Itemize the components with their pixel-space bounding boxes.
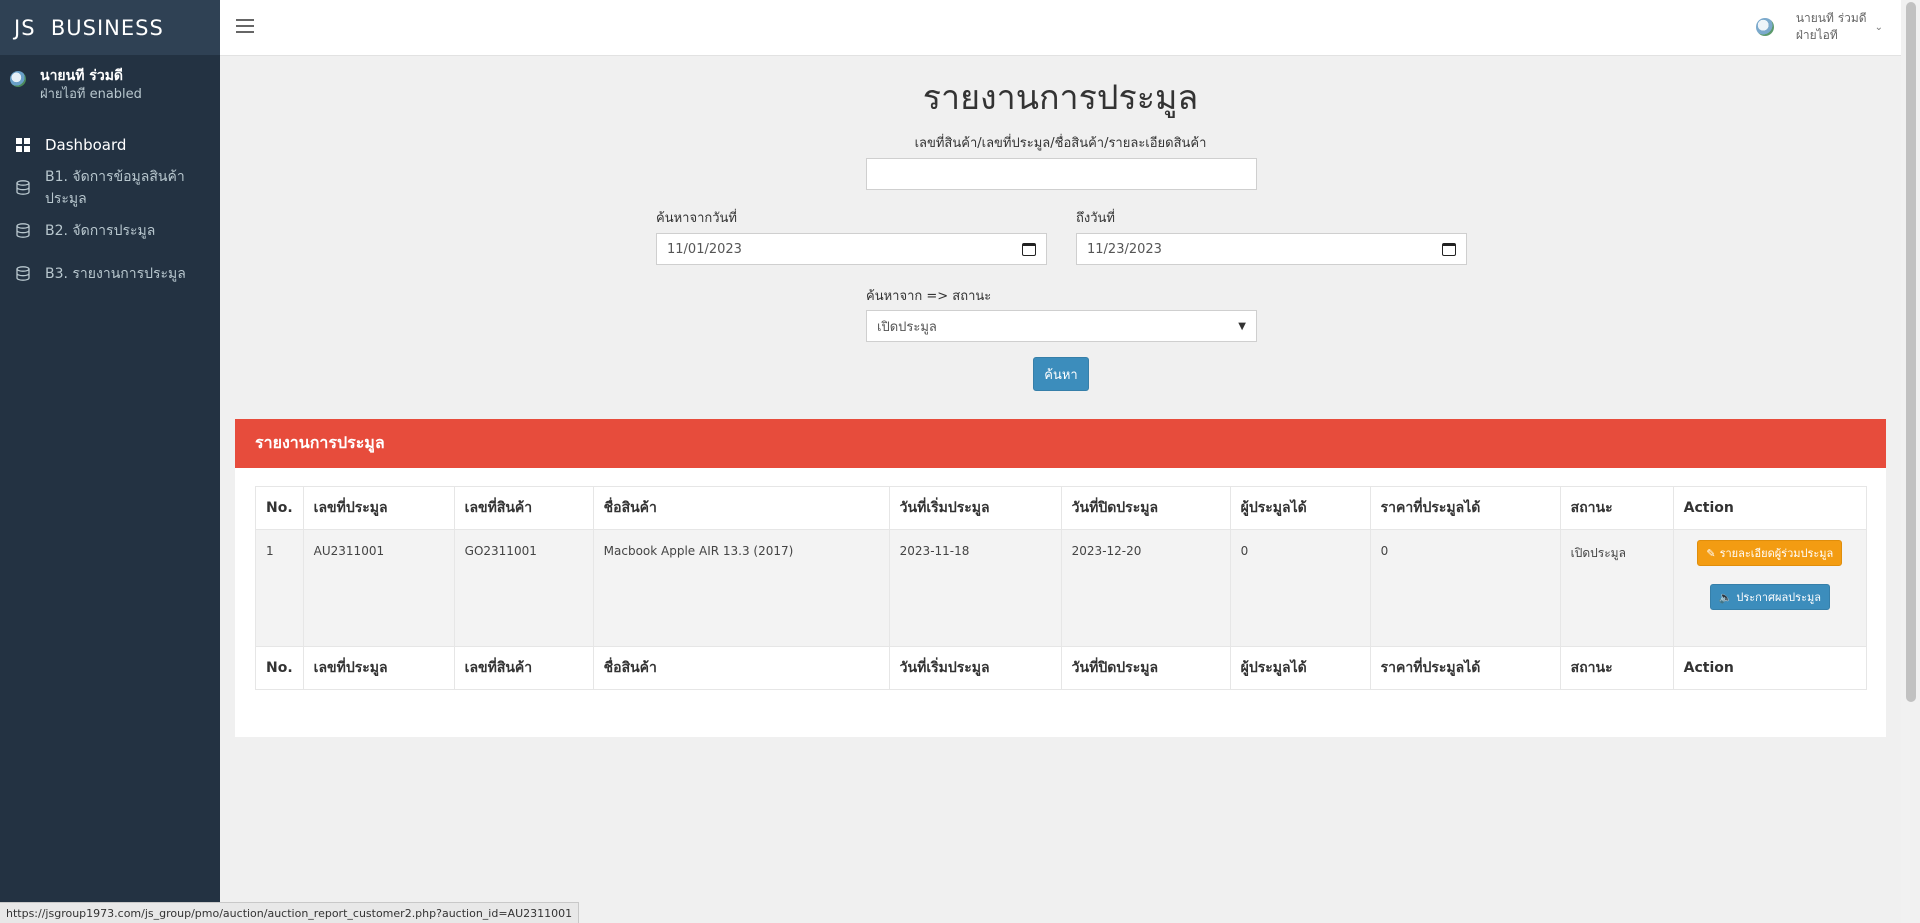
sidebar-item-dashboard[interactable]: Dashboard	[0, 123, 220, 166]
page-title: รายงานการประมูล	[922, 78, 1199, 118]
cell-auction-id: AU2311001	[302, 529, 455, 647]
from-date-field[interactable]: 11/01/2023	[656, 233, 1047, 265]
topbar-user-name: นายนที ร่วมดี	[1795, 11, 1867, 25]
chevron-down-icon: ▼	[1238, 320, 1246, 332]
status-selected-value: เปิดประมูล	[877, 319, 937, 335]
cell-product-name: Macbook Apple AIR 13.3 (2017)	[592, 529, 890, 647]
to-date-field[interactable]: 11/23/2023	[1076, 233, 1467, 265]
cell-action: ✎ รายละเอียดผู้ร่วมประมูล 🔈 ประกาศผลประม…	[1672, 529, 1868, 647]
user-menu[interactable]: นายนที ร่วมดี ฝ่ายไอที ⌄	[1755, 10, 1883, 44]
sidebar-item-b1[interactable]: B1. จัดการข้อมูลสินค้าประมูล	[0, 166, 220, 209]
col-end-date: วันที่ปิดประมูล	[1060, 486, 1231, 530]
calendar-icon[interactable]	[1022, 242, 1036, 256]
table-row: 1 AU2311001 GO2311001 Macbook Apple AIR …	[255, 529, 1868, 647]
col-auction-id: เลขที่ประมูล	[302, 486, 455, 530]
col-status: สถานะ	[1559, 646, 1674, 690]
sidebar-item-label: B1. จัดการข้อมูลสินค้าประมูล	[45, 168, 185, 207]
menu-toggle-icon[interactable]	[236, 19, 254, 35]
sidebar-item-b2[interactable]: B2. จัดการประมูล	[0, 209, 220, 252]
col-status: สถานะ	[1559, 486, 1674, 530]
search-input-text[interactable]	[877, 165, 1246, 183]
sidebar-item-label: Dashboard	[45, 135, 127, 154]
table-header-row: No. เลขที่ประมูล เลขที่สินค้า ชื่อสินค้า…	[255, 486, 1868, 530]
col-price: ราคาที่ประมูลได้	[1369, 486, 1561, 530]
col-action: Action	[1672, 486, 1868, 530]
volume-icon: 🔈	[1718, 590, 1733, 604]
cell-no: 1	[255, 529, 304, 647]
col-winner: ผู้ประมูลได้	[1229, 646, 1371, 690]
to-date-value: 11/23/2023	[1087, 241, 1162, 257]
report-box: รายงานการประมูล No. เลขที่ประมูล เลขที่ส…	[235, 419, 1886, 737]
sidebar-menu: Dashboard B1. จัดการข้อมูลสินค้าประมูล B…	[0, 123, 220, 295]
cell-product-id: GO2311001	[453, 529, 594, 647]
col-action: Action	[1672, 646, 1868, 690]
announce-result-label: ประกาศผลประมูล	[1736, 591, 1821, 604]
search-label: เลขที่สินค้า/เลขที่ประมูล/ชื่อสินค้า/ราย…	[914, 136, 1207, 151]
database-icon	[15, 223, 31, 239]
scrollbar-thumb[interactable]	[1906, 2, 1916, 702]
search-input[interactable]	[866, 158, 1257, 190]
sidebar-item-label: B3. รายงานการประมูล	[45, 265, 186, 282]
edit-icon: ✎	[1706, 546, 1716, 560]
vertical-scrollbar[interactable]	[1901, 0, 1920, 923]
sidebar: JS BUSINESS นายนที ร่วมดี ฝ่ายไอที enabl…	[0, 0, 220, 923]
announce-result-button[interactable]: 🔈 ประกาศผลประมูล	[1709, 584, 1830, 610]
table-footer-row: No. เลขที่ประมูล เลขที่สินค้า ชื่อสินค้า…	[255, 646, 1868, 690]
cell-status: เปิดประมูล	[1559, 529, 1674, 647]
sidebar-item-label: B2. จัดการประมูล	[45, 222, 156, 239]
participant-details-label: รายละเอียดผู้ร่วมประมูล	[1719, 547, 1834, 560]
to-date-label: ถึงวันที่	[1076, 211, 1115, 226]
col-start-date: วันที่เริ่มประมูล	[888, 646, 1062, 690]
topbar-user-dept: ฝ่ายไอที	[1795, 28, 1838, 42]
status-bar-url: https://jsgroup1973.com/js_group/pmo/auc…	[0, 902, 580, 923]
col-product-id: เลขที่สินค้า	[453, 486, 594, 530]
col-end-date: วันที่ปิดประมูล	[1060, 646, 1231, 690]
brand-logo[interactable]: JS BUSINESS	[0, 0, 220, 55]
cell-start-date: 2023-11-18	[888, 529, 1062, 647]
col-product-id: เลขที่สินค้า	[453, 646, 594, 690]
topbar: นายนที ร่วมดี ฝ่ายไอที ⌄	[220, 0, 1901, 56]
sidebar-item-b3[interactable]: B3. รายงานการประมูล	[0, 252, 220, 295]
col-no: No.	[255, 486, 304, 530]
col-no: No.	[255, 646, 304, 690]
cell-price: 0	[1369, 529, 1561, 647]
from-date-label: ค้นหาจากวันที่	[656, 211, 737, 226]
status-select[interactable]: เปิดประมูล ▼	[866, 310, 1257, 342]
chevron-down-icon: ⌄	[1874, 21, 1883, 33]
col-product-name: ชื่อสินค้า	[592, 646, 890, 690]
database-icon	[15, 266, 31, 282]
avatar	[1755, 18, 1774, 36]
from-date-value: 11/01/2023	[667, 241, 742, 257]
col-auction-id: เลขที่ประมูล	[302, 646, 455, 690]
col-price: ราคาที่ประมูลได้	[1369, 646, 1561, 690]
report-header: รายงานการประมูล	[235, 419, 1886, 468]
calendar-icon[interactable]	[1442, 242, 1456, 256]
report-table: No. เลขที่ประมูล เลขที่สินค้า ชื่อสินค้า…	[255, 486, 1868, 690]
sidebar-user-status: ฝ่ายไอที enabled	[40, 87, 142, 102]
col-winner: ผู้ประมูลได้	[1229, 486, 1371, 530]
sidebar-user-name: นายนที ร่วมดี	[40, 68, 124, 84]
dashboard-icon	[15, 137, 31, 153]
col-product-name: ชื่อสินค้า	[592, 486, 890, 530]
avatar	[10, 71, 26, 87]
search-button[interactable]: ค้นหา	[1033, 357, 1089, 391]
database-icon	[15, 180, 31, 196]
cell-end-date: 2023-12-20	[1060, 529, 1231, 647]
status-label: ค้นหาจาก => สถานะ	[866, 289, 992, 304]
sidebar-user-panel: นายนที ร่วมดี ฝ่ายไอที enabled	[0, 55, 220, 105]
cell-winner: 0	[1229, 529, 1371, 647]
col-start-date: วันที่เริ่มประมูล	[888, 486, 1062, 530]
participant-details-button[interactable]: ✎ รายละเอียดผู้ร่วมประมูล	[1697, 540, 1843, 566]
